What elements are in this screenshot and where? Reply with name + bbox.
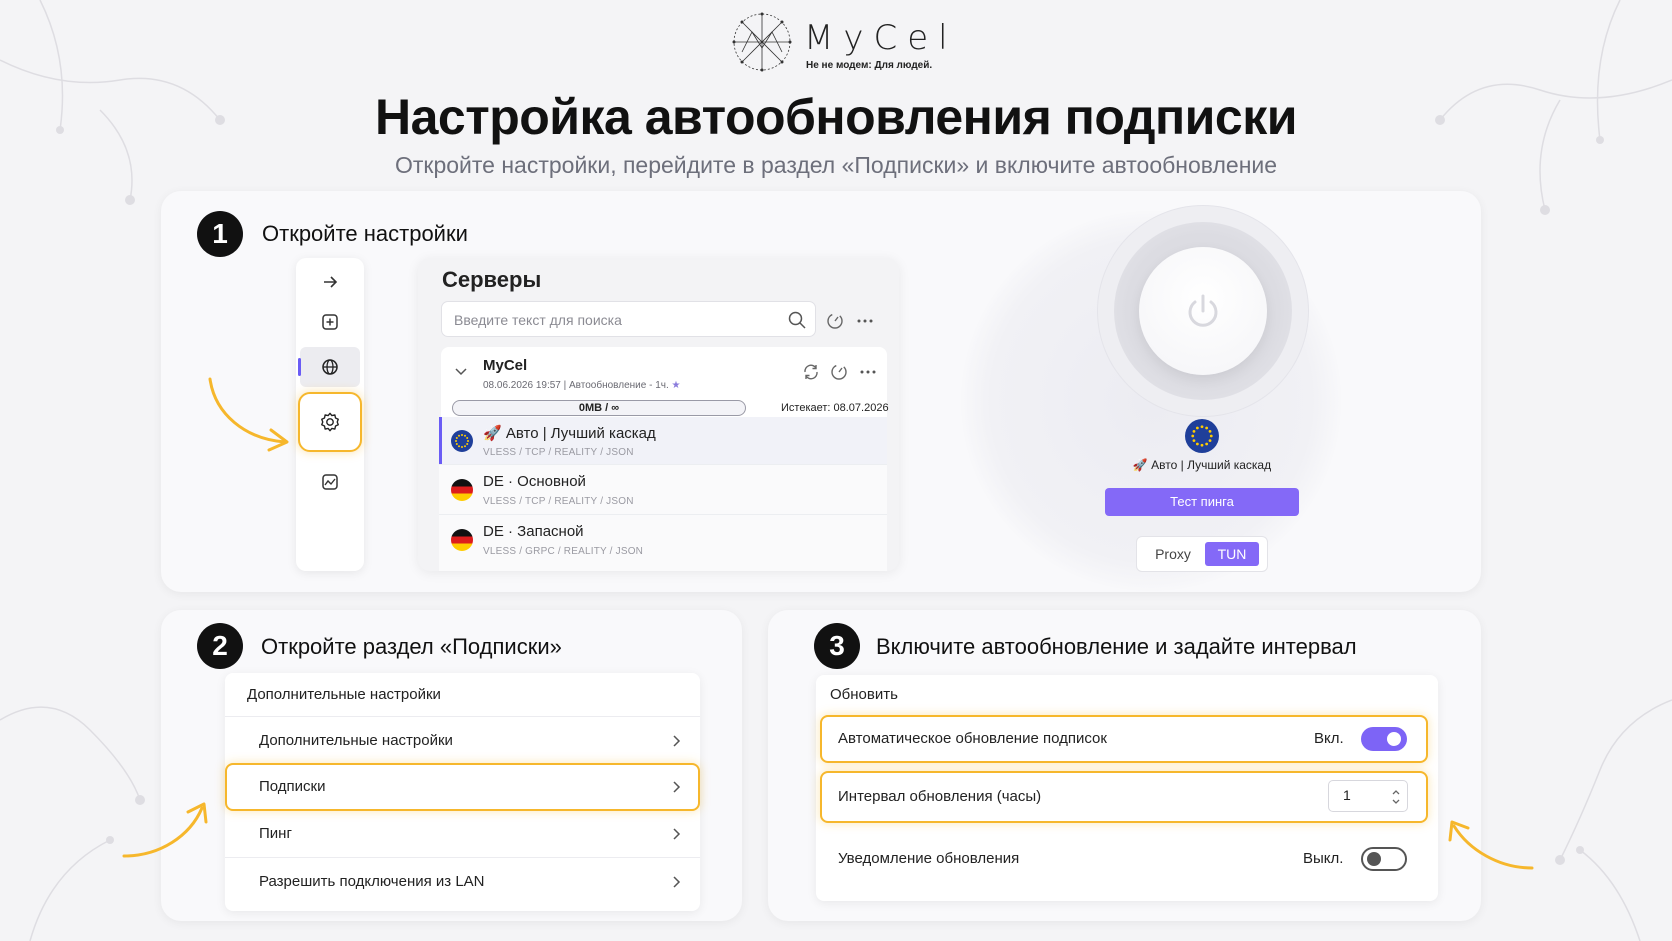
gear-icon [321,412,339,432]
traffic-bar: 0MB / ∞ [452,400,746,416]
auto-update-toggle[interactable] [1361,727,1407,751]
server-name: 🚀 Авто | Лучший каскад [483,425,656,442]
power-icon [1188,294,1218,327]
server-protocol: VLESS / TCP / REALITY / JSON [483,496,634,507]
mode-switch: Proxy TUN [1136,536,1268,572]
step2-title: Откройте раздел «Подписки» [261,634,562,659]
chevron-right-icon [673,781,681,793]
notify-state: Выкл. [1303,850,1344,867]
chevron-right-icon [673,828,681,840]
star-icon: ★ [671,380,681,391]
subscription-more-icon[interactable] [859,366,877,378]
notify-toggle[interactable] [1361,847,1407,871]
server-row[interactable]: DE · Запасной VLESS / GRPC / REALITY / J… [439,515,887,571]
pointer-arrow-step2 [122,802,208,858]
page-subtitle: Откройте настройки, перейдите в раздел «… [394,152,1278,178]
brand-tagline: Не не модем: Для людей. [806,60,933,71]
sidebar-servers-button[interactable] [310,349,350,385]
mode-proxy[interactable]: Proxy [1145,542,1201,566]
step1-card: 1 Откройте настройки Серверы Введите тек… [161,191,1481,592]
settings-item-label: Дополнительные настройки [259,732,453,749]
additional-settings-panel: Дополнительные настройки Дополнительные … [225,673,700,911]
connect-button[interactable] [1139,247,1267,375]
servers-title: Серверы [442,267,542,292]
interval-value: 1 [1343,787,1351,803]
eu-flag-icon [451,430,473,452]
server-protocol: VLESS / GRPC / REALITY / JSON [483,546,644,557]
interval-label: Интервал обновления (часы) [838,788,1042,805]
ping-test-button[interactable]: Тест пинга [1105,488,1299,516]
stepper-arrows-icon[interactable] [1391,787,1401,807]
step2-number: 2 [197,623,243,669]
chevron-down-icon[interactable] [454,367,468,377]
settings-item-label: Разрешить подключения из LAN [259,873,485,890]
connected-server-name: 🚀 Авто | Лучший каскад [1132,458,1272,472]
more-icon[interactable] [856,314,874,328]
server-protocol: VLESS / TCP / REALITY / JSON [483,447,634,458]
brand-name: MyCel [804,18,958,58]
panel-title: Дополнительные настройки [247,686,441,703]
update-settings-panel: Обновить Автоматическое обновление подпи… [816,675,1438,901]
notify-label: Уведомление обновления [838,850,1020,867]
sidebar-stats-button[interactable] [310,464,350,500]
chevron-right-icon [673,735,681,747]
notify-row: Уведомление обновления Выкл. [816,829,1438,895]
subscription-meta-text: 08.06.2026 19:57 | Автообновление - 1ч. [483,380,669,391]
step3-card: 3 Включите автообновление и задайте инте… [768,610,1481,921]
auto-update-label: Автоматическое обновление подписок [838,730,1107,747]
subscription-name: MyCel [483,357,528,374]
settings-item-label: Подписки [259,778,326,795]
globe-icon [322,359,338,375]
page-title: Настройка автообновления подписки [374,89,1298,145]
settings-item-additional[interactable]: Дополнительные настройки [225,716,700,763]
subscription-meta: 08.06.2026 19:57 | Автообновление - 1ч. … [483,380,681,391]
chevron-right-icon [673,876,681,888]
plus-square-icon [322,314,338,330]
interval-stepper[interactable]: 1 [1328,780,1408,812]
pointer-arrow-step3 [1448,820,1534,870]
settings-item-lan[interactable]: Разрешить подключения из LAN [225,857,700,904]
step1-title: Откройте настройки [262,221,468,246]
app-sidebar [296,258,364,571]
subscription-speed-icon[interactable] [830,363,848,381]
mode-tun[interactable]: TUN [1205,542,1259,566]
chart-icon [322,474,338,490]
sidebar-active-indicator [298,358,301,376]
settings-item-ping[interactable]: Пинг [225,810,700,857]
de-flag-icon [451,479,473,501]
search-box [441,301,816,338]
speed-test-icon[interactable] [826,312,844,330]
server-selected-indicator [439,417,442,464]
search-input[interactable] [454,302,784,338]
server-name: DE · Запасной [483,523,584,540]
step2-card: 2 Откройте раздел «Подписки» Дополнитель… [161,610,742,921]
sidebar-add-button[interactable] [310,304,350,340]
de-flag-icon [451,529,473,551]
step3-number: 3 [814,623,860,669]
sidebar-back-button[interactable] [310,264,350,300]
pointer-arrow-step1 [208,377,289,452]
refresh-icon[interactable] [802,363,820,381]
server-row[interactable]: DE · Основной VLESS / TCP / REALITY / JS… [439,465,887,515]
logo: MyCel Не не модем: Для людей. [728,8,948,76]
step3-title: Включите автообновление и задайте интерв… [876,634,1357,659]
settings-item-label: Пинг [259,825,292,842]
connect-eu-flag-icon [1185,419,1219,453]
arrow-right-icon [324,276,338,288]
search-icon [788,311,806,329]
servers-panel: Серверы MyCel 08.06.2026 19:57 | Автообн… [418,258,899,571]
server-row[interactable]: 🚀 Авто | Лучший каскад VLESS / TCP / REA… [439,417,887,465]
panel-title: Обновить [830,686,898,703]
logo-mark-icon [732,12,792,72]
server-name: DE · Основной [483,473,586,490]
auto-update-state: Вкл. [1314,730,1344,747]
subscription-expires: Истекает: 08.07.2026 [781,402,889,414]
settings-item-subscriptions[interactable]: Подписки [225,763,700,810]
sidebar-settings-button[interactable] [310,404,350,440]
step1-number: 1 [197,211,243,257]
